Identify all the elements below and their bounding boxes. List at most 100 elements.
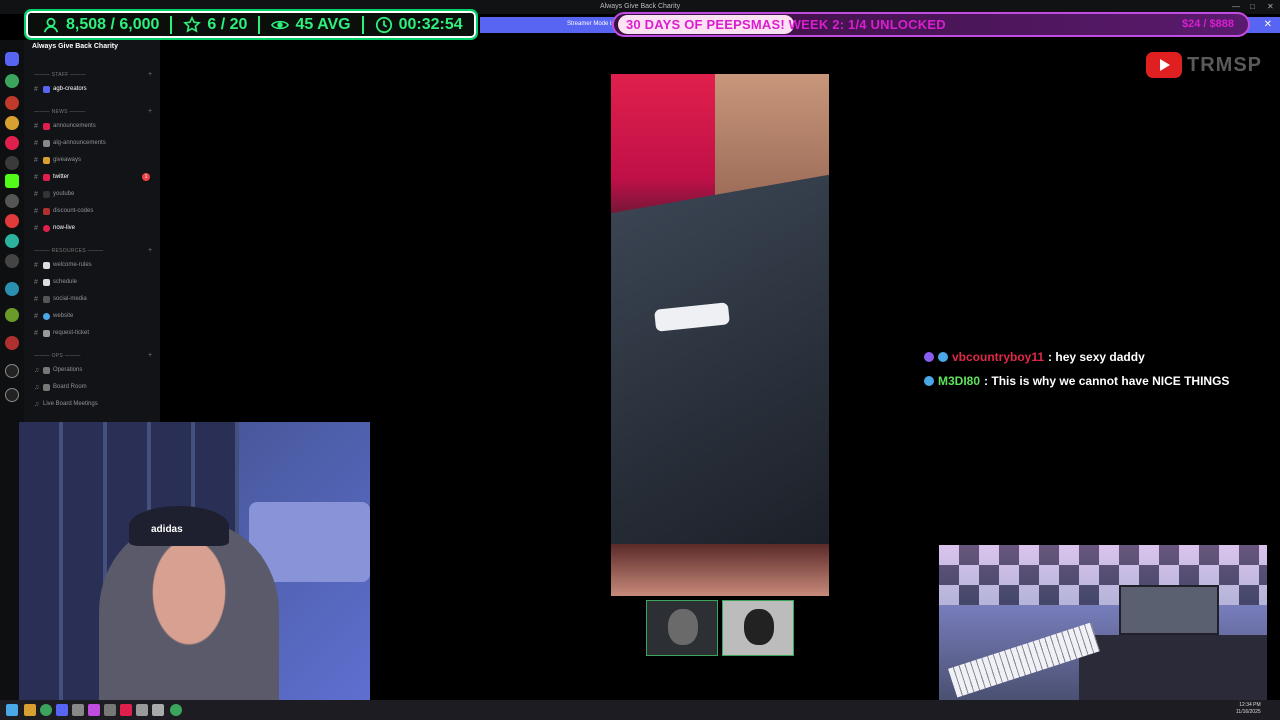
channel-emoji-icon — [43, 366, 50, 374]
server-icon[interactable] — [5, 234, 19, 248]
video-floor — [611, 544, 829, 596]
server-icon[interactable] — [5, 96, 19, 110]
server-icon[interactable] — [5, 308, 19, 322]
youtube-branding: TRMSP — [1146, 52, 1262, 78]
facecam-person — [99, 522, 279, 700]
server-icon[interactable] — [5, 194, 19, 208]
app-icon[interactable] — [88, 704, 100, 716]
discord-icon[interactable] — [56, 704, 68, 716]
server-name[interactable]: Always Give Back Charity — [32, 43, 118, 50]
channel-emoji-icon — [43, 122, 50, 130]
channel-agb-creators[interactable]: # agb-creators — [34, 83, 154, 95]
app-icon[interactable] — [152, 704, 164, 716]
clock-icon — [375, 16, 392, 33]
channel-emoji-icon — [43, 261, 50, 269]
category-ops[interactable]: ——— OPS ——— + — [34, 352, 152, 359]
hash-icon: # — [34, 139, 38, 147]
close-window-button[interactable]: ✕ — [1267, 2, 1274, 11]
channel-twitter[interactable]: # twitter 1 — [34, 171, 154, 183]
channel-emoji-icon — [43, 383, 50, 391]
channel-giveaways[interactable]: # giveaways — [34, 154, 154, 166]
add-channel-icon[interactable]: + — [148, 108, 152, 115]
hash-icon: # — [34, 295, 38, 303]
server-icon[interactable] — [5, 116, 19, 130]
system-clock[interactable]: 12:34 PM 11/16/2025 — [1236, 702, 1261, 716]
divider — [258, 15, 261, 34]
star-icon — [183, 15, 202, 33]
channel-discount-codes[interactable]: # discount-codes — [34, 205, 154, 217]
home-icon[interactable] — [5, 52, 19, 66]
channel-schedule[interactable]: # schedule — [34, 276, 154, 288]
video-monitor — [611, 174, 829, 584]
calendar-icon — [43, 278, 50, 286]
app-icon[interactable] — [136, 704, 148, 716]
channel-now-live[interactable]: # now-live — [34, 222, 154, 234]
add-channel-icon[interactable]: + — [148, 247, 152, 254]
app-icon[interactable] — [104, 704, 116, 716]
category-news[interactable]: ——— NEWS ——— + — [34, 108, 152, 115]
kick-icon[interactable] — [5, 174, 19, 188]
hash-icon: # — [34, 122, 38, 130]
server-icon[interactable] — [5, 136, 19, 150]
divider — [170, 15, 173, 34]
subs-stat: 8,508 / 6,000 — [36, 16, 165, 34]
stream-stats-overlay: 8,508 / 6,000 6 / 20 45 AVG 00:32:54 — [24, 9, 478, 40]
hash-icon: # — [34, 329, 38, 337]
room-keyboard — [948, 622, 1100, 698]
channel-operations[interactable]: ♫ Operations — [34, 364, 154, 376]
server-icon[interactable] — [5, 254, 19, 268]
minimize-button[interactable]: — — [1232, 2, 1240, 11]
unread-badge: 1 — [142, 173, 150, 181]
file-explorer-icon[interactable] — [24, 704, 36, 716]
streamer-mode-label: Streamer Mode is — [567, 21, 615, 27]
hash-icon: # — [34, 190, 38, 198]
chat-username: vbcountryboy11 — [952, 350, 1045, 364]
maximize-button[interactable]: □ — [1250, 2, 1255, 11]
server-icon[interactable] — [5, 282, 19, 296]
server-icon[interactable] — [5, 74, 19, 88]
channel-live-board-meetings[interactable]: ♫ Live Board Meetings — [34, 398, 154, 410]
add-channel-icon[interactable]: + — [148, 71, 152, 78]
speaker-icon: ♫ — [34, 366, 40, 374]
participant-avatar — [668, 609, 698, 645]
cap-logo-text: adidas — [151, 524, 183, 535]
add-channel-icon[interactable]: + — [148, 352, 152, 359]
channel-social-media[interactable]: # social-media — [34, 293, 154, 305]
category-resources[interactable]: ——— RESOURCES ——— + — [34, 247, 152, 254]
eye-icon — [271, 20, 290, 29]
participant-tile[interactable] — [646, 600, 718, 656]
channel-welcome-rules[interactable]: # welcome-rules — [34, 259, 154, 271]
taskbar: 12:34 PM 11/16/2025 — [0, 700, 1280, 720]
channel-emoji-icon — [43, 190, 50, 198]
level-stat: 6 / 20 — [177, 15, 253, 34]
channel-board-room[interactable]: ♫ Board Room — [34, 381, 154, 393]
channel-youtube[interactable]: # youtube — [34, 188, 154, 200]
server-icon[interactable] — [5, 336, 19, 350]
clock-date: 11/16/2025 — [1236, 709, 1261, 715]
server-icon[interactable] — [5, 214, 19, 228]
app-icon[interactable] — [170, 704, 182, 716]
add-server-icon[interactable] — [5, 364, 19, 378]
participant-avatar — [744, 609, 774, 645]
badge-icon — [938, 352, 948, 362]
chat-message: vbcountryboy11 : hey sexy daddy — [924, 350, 1145, 364]
app-icon[interactable] — [72, 704, 84, 716]
channel-alg-announcements[interactable]: # alg-announcements — [34, 137, 154, 149]
facecam: adidas — [19, 422, 370, 700]
participant-tile[interactable] — [722, 600, 794, 656]
discover-icon[interactable] — [5, 388, 19, 402]
app-icon[interactable] — [120, 704, 132, 716]
hash-icon: # — [34, 312, 38, 320]
browser-icon[interactable] — [40, 704, 52, 716]
hash-icon: # — [34, 85, 38, 93]
channel-announcements[interactable]: # announcements — [34, 120, 154, 132]
person-icon — [43, 17, 59, 32]
server-icon[interactable] — [5, 156, 19, 170]
viewers-stat: 45 AVG — [265, 16, 356, 34]
channel-request-ticket[interactable]: # request-ticket — [34, 327, 154, 339]
streamer-bar-close-button[interactable]: ✕ — [1264, 19, 1272, 30]
badge-icon — [924, 352, 934, 362]
category-staff[interactable]: ——— STAFF ——— + — [34, 71, 152, 78]
channel-website[interactable]: # website — [34, 310, 154, 322]
start-icon[interactable] — [6, 704, 18, 716]
